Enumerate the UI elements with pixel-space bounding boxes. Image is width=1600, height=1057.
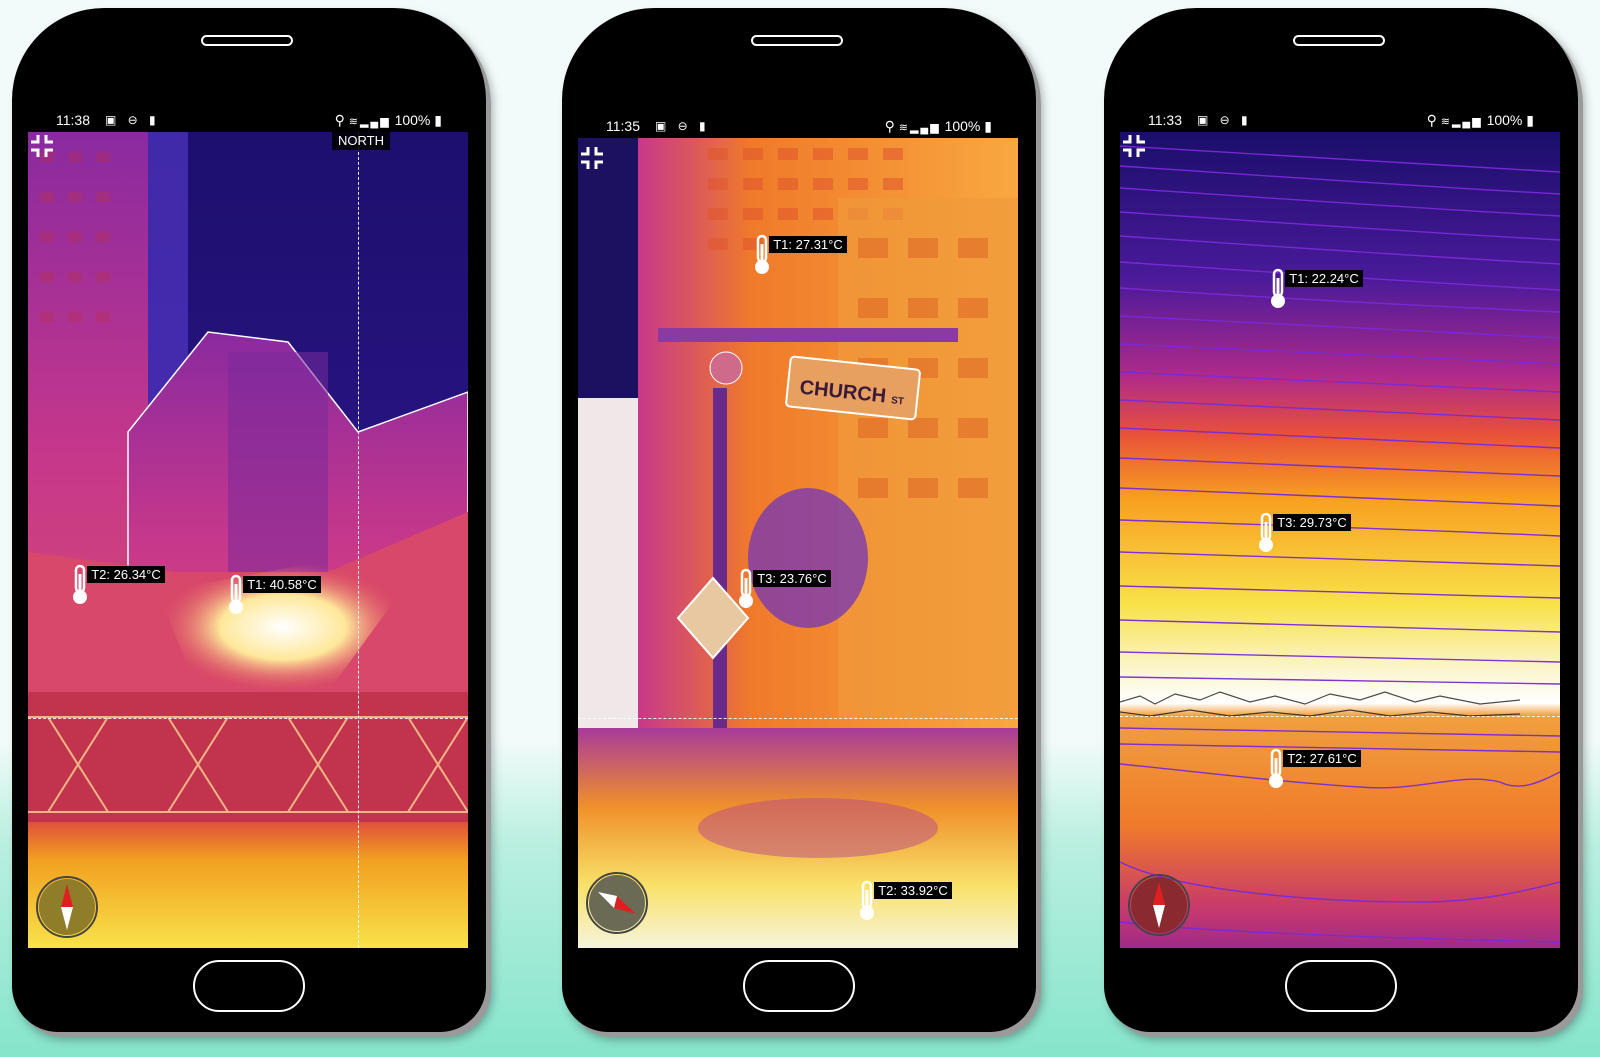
street-sign-suffix: ST	[890, 395, 905, 408]
screen-1: 11:38 ▣ ⊖ ▮ ⚲ ≋▂▄▆ 100% ▮ NORTH T2: 26.3…	[28, 108, 468, 948]
screen-3: 11:33 ▣ ⊖ ▮ ⚲ ≋▂▄▆ 100% ▮ T1: 22.24°C T3…	[1120, 108, 1560, 948]
location-icon: ⚲	[334, 112, 345, 128]
horizon-line	[28, 718, 468, 719]
collapse-icon[interactable]	[578, 144, 606, 172]
home-button[interactable]	[1285, 960, 1397, 1012]
status-notification-icons: ▣ ⊖ ▮	[1197, 113, 1252, 127]
phone-2: 11:35 ▣ ⊖ ▮ ⚲ ≋▂▄▆ 100% ▮ CHURCH ST T1: …	[562, 8, 1036, 1032]
signal-icon: ▂▄▆	[909, 122, 941, 134]
wifi-icon: ≋	[898, 122, 910, 134]
status-notification-icons: ▣ ⊖ ▮	[655, 119, 710, 133]
compass-icon[interactable]	[1128, 874, 1190, 936]
battery-icon: ▮	[434, 112, 442, 128]
probe-label: T3: 23.76°C	[753, 570, 831, 587]
probe-t1[interactable]: T1: 27.31°C	[748, 234, 868, 274]
battery-percent: 100%	[394, 112, 431, 128]
probe-t3[interactable]: T3: 23.76°C	[732, 568, 852, 608]
thermometer-icon	[1271, 268, 1285, 308]
probe-t2[interactable]: T2: 33.92°C	[853, 880, 973, 920]
location-icon: ⚲	[884, 118, 895, 134]
battery-icon: ▮	[1526, 112, 1534, 128]
probe-label: T1: 22.24°C	[1285, 270, 1363, 287]
probe-t2[interactable]: T2: 26.34°C	[66, 564, 186, 604]
north-label: NORTH	[332, 132, 390, 150]
status-bar: 11:35 ▣ ⊖ ▮ ⚲ ≋▂▄▆ 100% ▮	[578, 114, 1018, 138]
thermal-view-3[interactable]: T1: 22.24°C T3: 29.73°C T2: 27.61°C	[1120, 132, 1560, 948]
probe-label: T2: 33.92°C	[874, 882, 952, 899]
horizon-line	[578, 718, 1018, 719]
status-right: ⚲ ≋▂▄▆ 100% ▮	[1427, 108, 1534, 134]
thermal-view-1[interactable]: NORTH T2: 26.34°C T1: 40.58°C	[28, 132, 468, 948]
signal-icon: ▂▄▆	[1451, 116, 1483, 128]
screen-2: 11:35 ▣ ⊖ ▮ ⚲ ≋▂▄▆ 100% ▮ CHURCH ST T1: …	[578, 108, 1018, 948]
status-right: ⚲ ≋▂▄▆ 100% ▮	[335, 108, 442, 134]
battery-icon: ▮	[984, 118, 992, 134]
thermometer-icon	[860, 880, 874, 920]
probe-t2[interactable]: T2: 27.61°C	[1262, 748, 1382, 788]
thermometer-icon	[755, 234, 769, 274]
status-time: 11:38	[56, 112, 90, 128]
thermal-image-2	[578, 138, 1018, 948]
probe-t3[interactable]: T3: 29.73°C	[1252, 512, 1372, 552]
probe-label: T1: 27.31°C	[769, 236, 847, 253]
status-bar: 11:38 ▣ ⊖ ▮ ⚲ ≋▂▄▆ 100% ▮	[28, 108, 468, 132]
compass-icon[interactable]	[36, 876, 98, 938]
phone-speaker	[201, 35, 293, 46]
thermal-view-2[interactable]: CHURCH ST T1: 27.31°C T3: 23.76°C T2: 33…	[578, 138, 1018, 948]
phone-speaker	[1293, 35, 1385, 46]
thermometer-icon	[739, 568, 753, 608]
compass-icon[interactable]	[586, 872, 648, 934]
probe-t1[interactable]: T1: 22.24°C	[1264, 268, 1384, 308]
signal-icon: ▂▄▆	[359, 116, 391, 128]
home-button[interactable]	[743, 960, 855, 1012]
probe-label: T2: 26.34°C	[87, 566, 165, 583]
status-time: 11:33	[1148, 112, 1182, 128]
wifi-icon: ≋	[348, 116, 360, 128]
street-sign-text: CHURCH	[798, 376, 888, 408]
status-bar: 11:33 ▣ ⊖ ▮ ⚲ ≋▂▄▆ 100% ▮	[1120, 108, 1560, 132]
phone-3: 11:33 ▣ ⊖ ▮ ⚲ ≋▂▄▆ 100% ▮ T1: 22.24°C T3…	[1104, 8, 1578, 1032]
battery-percent: 100%	[1486, 112, 1523, 128]
collapse-icon[interactable]	[28, 132, 56, 160]
thermometer-icon	[73, 564, 87, 604]
horizon-line	[1120, 716, 1560, 717]
wifi-icon: ≋	[1440, 116, 1452, 128]
location-icon: ⚲	[1426, 112, 1437, 128]
thermometer-icon	[229, 574, 243, 614]
thermometer-icon	[1269, 748, 1283, 788]
probe-label: T3: 29.73°C	[1273, 514, 1351, 531]
thermal-image-1	[28, 132, 468, 948]
status-time: 11:35	[606, 118, 640, 134]
probe-t1[interactable]: T1: 40.58°C	[222, 574, 342, 614]
probe-label: T1: 40.58°C	[243, 576, 321, 593]
home-button[interactable]	[193, 960, 305, 1012]
battery-percent: 100%	[944, 118, 981, 134]
status-right: ⚲ ≋▂▄▆ 100% ▮	[885, 114, 992, 140]
thermal-image-3	[1120, 132, 1560, 948]
collapse-icon[interactable]	[1120, 132, 1148, 160]
probe-label: T2: 27.61°C	[1283, 750, 1361, 767]
phone-speaker	[751, 35, 843, 46]
north-line	[358, 132, 359, 948]
phone-1: 11:38 ▣ ⊖ ▮ ⚲ ≋▂▄▆ 100% ▮ NORTH T2: 26.3…	[12, 8, 486, 1032]
thermometer-icon	[1259, 512, 1273, 552]
status-notification-icons: ▣ ⊖ ▮	[105, 113, 160, 127]
